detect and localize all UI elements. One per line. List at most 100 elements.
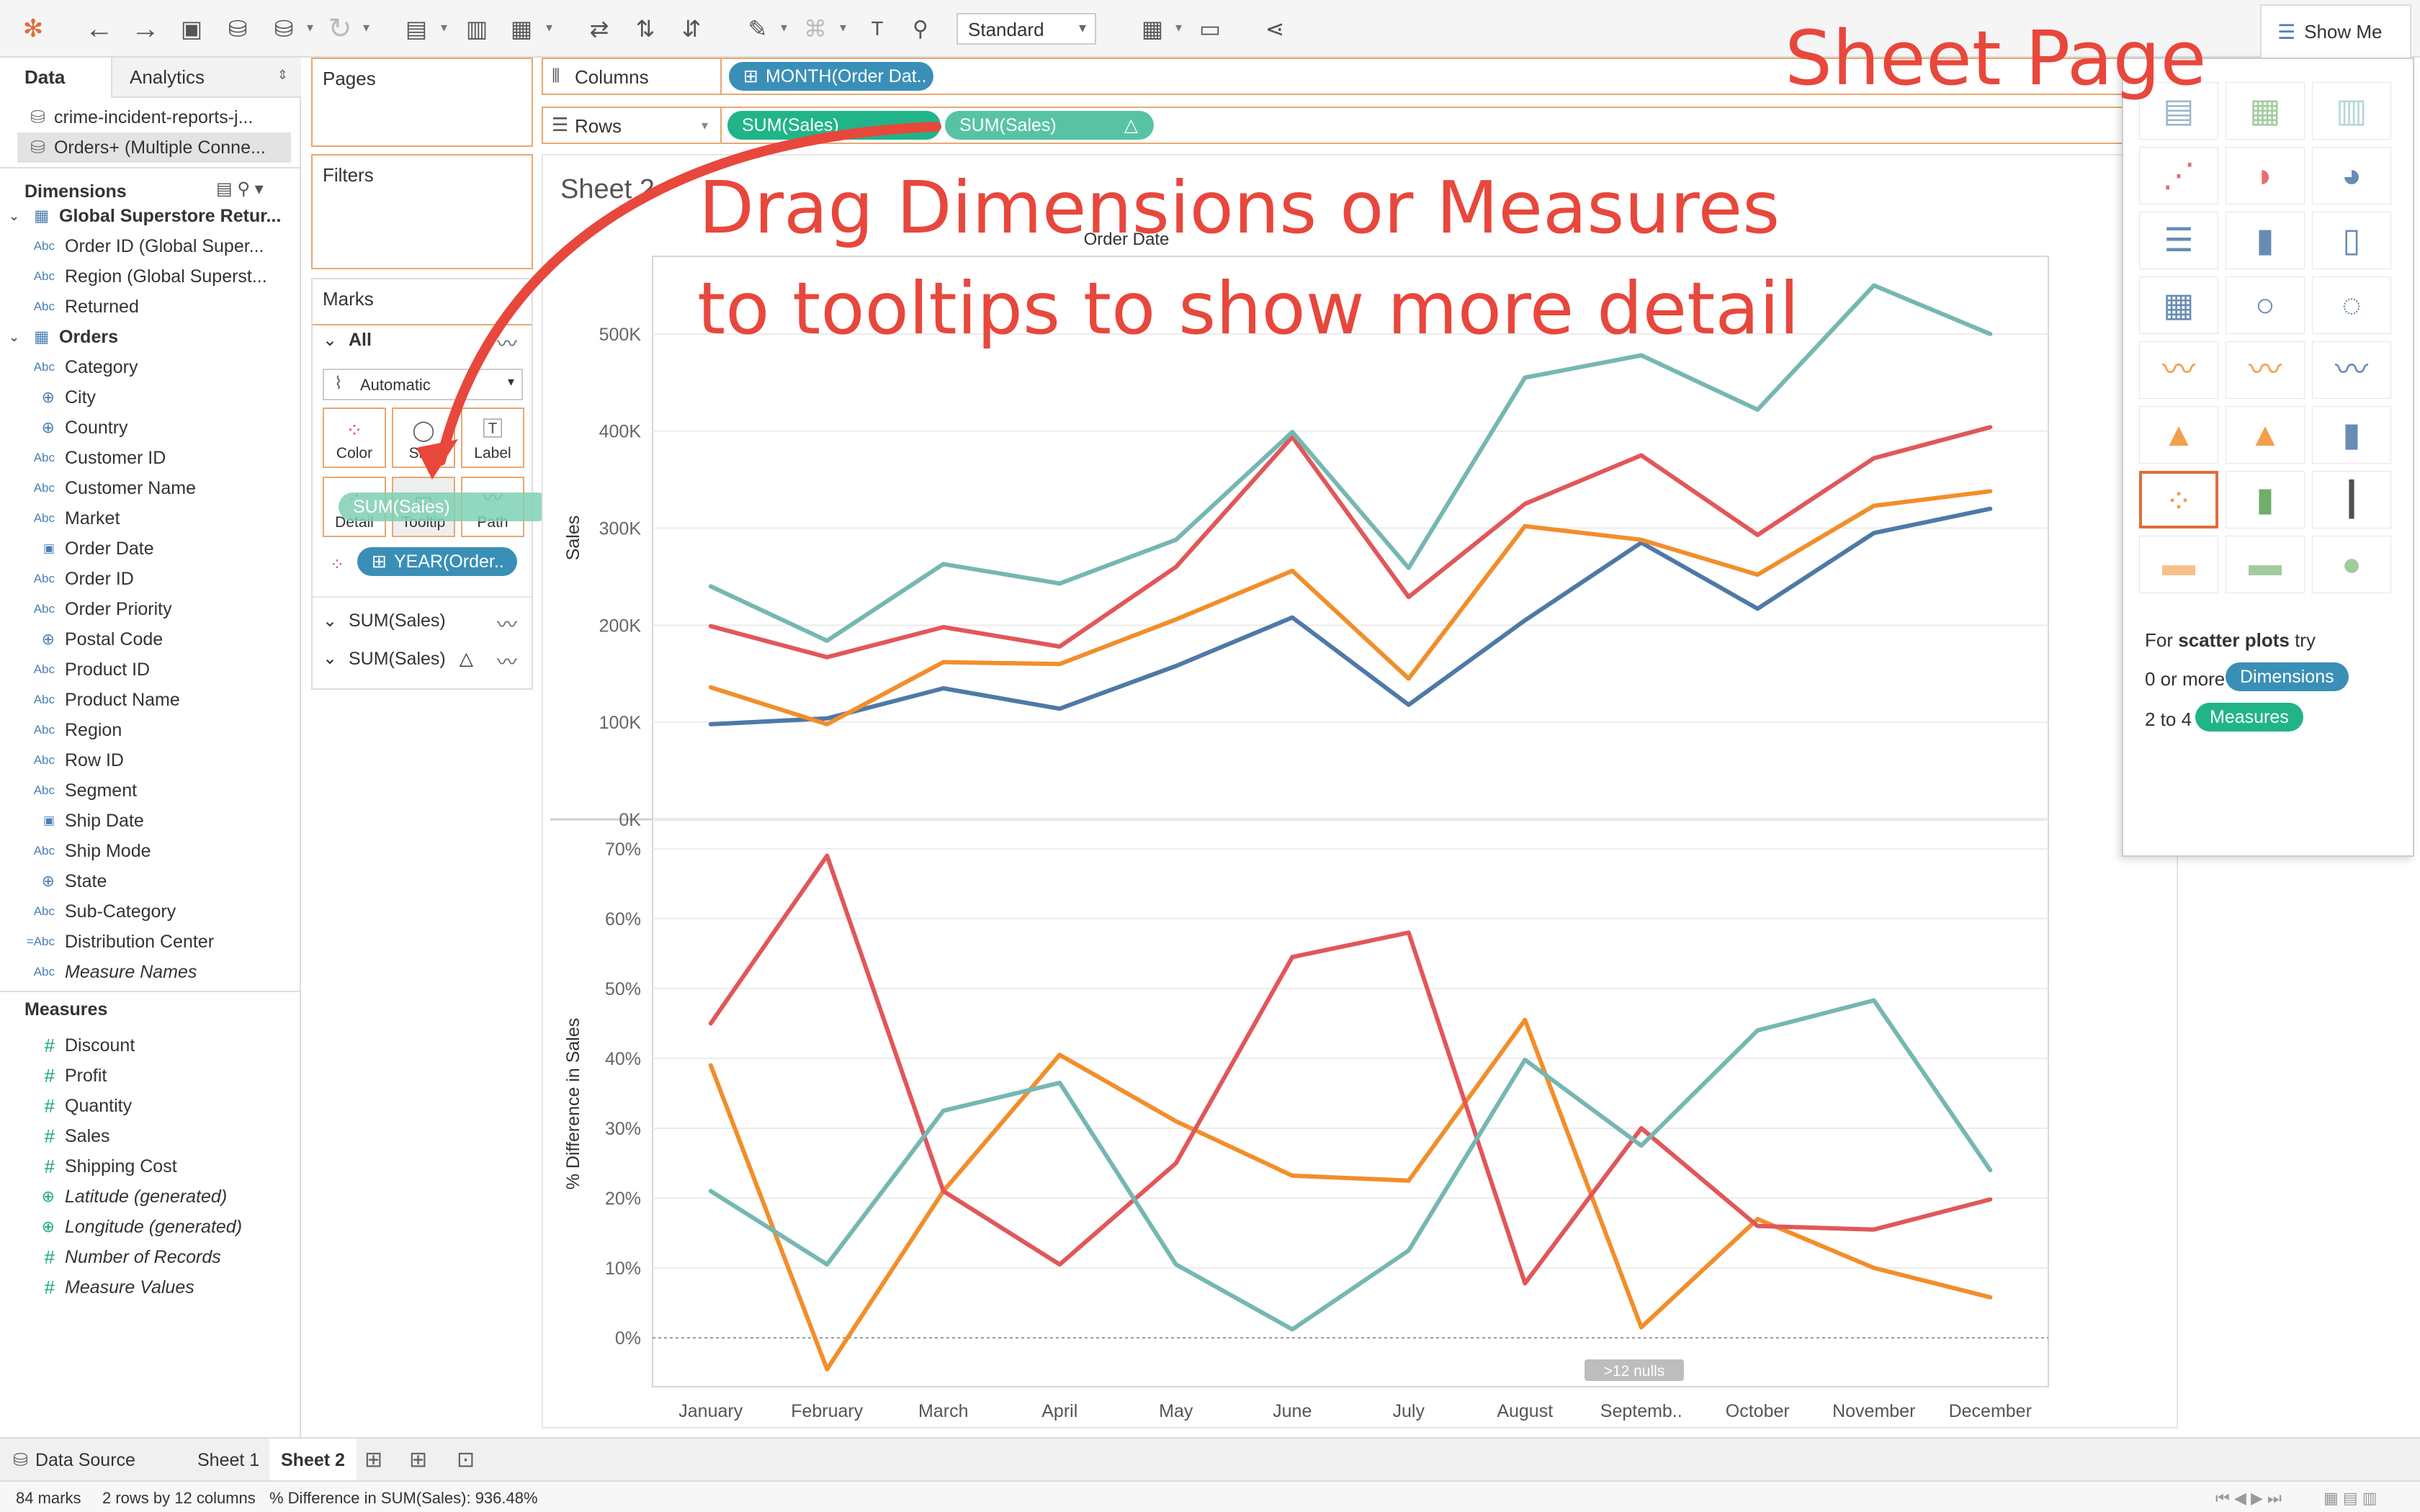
undo-icon[interactable]: ← <box>81 10 118 48</box>
show-me-gantt-chart[interactable]: ▬ <box>2139 536 2218 593</box>
show-me-scatter-plot[interactable]: ⁘ <box>2139 471 2218 528</box>
tab-analytics[interactable]: Analytics <box>130 66 205 89</box>
show-me-continuous-lines[interactable]: 〰 <box>2139 341 2218 399</box>
dimension-field[interactable]: =Abc Distribution Center <box>0 927 300 956</box>
swap-icon[interactable]: ⇄ <box>581 10 618 48</box>
new-story-icon[interactable]: ⊡ <box>457 1447 475 1472</box>
dimension-field[interactable]: Abc Region (Global Superst... <box>0 262 300 291</box>
show-me-histogram[interactable]: ▮ <box>2226 471 2305 528</box>
show-me-circle-views[interactable]: ○ <box>2226 276 2305 334</box>
datasource-crime[interactable]: ⛁ crime-incident-reports-j... <box>17 102 291 132</box>
fix-axes-icon[interactable]: ⚲ <box>902 10 939 48</box>
dimension-field[interactable]: Abc Returned <box>0 292 300 321</box>
dimension-field[interactable]: ⊕ State <box>0 867 300 896</box>
chevron-down-icon[interactable]: ▾ <box>441 20 447 35</box>
chevron-down-icon[interactable]: ▾ <box>840 20 846 35</box>
dragged-sum-sales-pill[interactable]: SUM(Sales) <box>339 492 552 521</box>
measure-field[interactable]: # Discount <box>0 1031 300 1060</box>
new-dashboard-icon[interactable]: ⊞ <box>409 1447 427 1472</box>
highlight-icon[interactable]: ✎ <box>739 10 776 48</box>
show-me-horizontal-bars[interactable]: ☰ <box>2139 212 2218 269</box>
dimension-field[interactable]: Abc Customer ID <box>0 444 300 472</box>
mark-type-select[interactable]: ⌇ Automatic ▾ <box>323 369 523 400</box>
show-me-heat-map[interactable]: ▦ <box>2226 82 2305 140</box>
show-me-discrete-lines[interactable]: 〰 <box>2226 341 2305 399</box>
chevron-down-icon[interactable]: ▾ <box>1175 20 1182 35</box>
measure-field[interactable]: ⊕ Latitude (generated) <box>0 1182 300 1211</box>
dimension-field[interactable]: Abc Product Name <box>0 685 300 714</box>
pause-updates-icon[interactable]: ⛁ <box>265 10 302 48</box>
dimension-field[interactable]: Abc Sub-Category <box>0 897 300 926</box>
show-labels-icon[interactable]: T <box>859 10 896 48</box>
tab-data-source[interactable]: ⛁ Data Source <box>0 1439 147 1482</box>
view-mode-icon[interactable]: ▦ ▤ ▥ <box>2323 1489 2378 1508</box>
datasource-orders[interactable]: ⛁ Orders+ (Multiple Conne... <box>17 132 291 163</box>
measure-field[interactable]: # Quantity <box>0 1092 300 1120</box>
chevron-down-icon[interactable]: ⌄ <box>9 330 19 345</box>
dimension-field[interactable]: ▣ Ship Date <box>0 806 300 835</box>
month-order-date-pill[interactable]: ⊞ MONTH(Order Dat.. <box>729 62 933 91</box>
show-me-packed-bubbles[interactable]: ● <box>2312 536 2391 593</box>
label-button[interactable]: 🅃 Label <box>461 408 524 468</box>
measure-field[interactable]: # Measure Values <box>0 1273 300 1302</box>
show-me-dual-combination[interactable]: ▮ <box>2312 406 2391 464</box>
dimension-field[interactable]: ⊕ Country <box>0 413 300 442</box>
save-icon[interactable]: ▣ <box>173 10 210 48</box>
year-order-pill[interactable]: ⊞ YEAR(Order.. <box>357 547 517 576</box>
dimension-field[interactable]: ⊕ Postal Code <box>0 625 300 654</box>
new-worksheet-icon[interactable]: ▤ <box>398 10 435 48</box>
tableau-logo-icon[interactable]: ✻ <box>14 10 52 48</box>
marks-sum-sales-2[interactable]: SUM(Sales) △ <box>349 648 473 670</box>
show-me-stacked-bars[interactable]: ▮ <box>2226 212 2305 269</box>
chevron-down-icon[interactable]: ⌄ <box>323 330 337 351</box>
chevron-down-icon[interactable]: ⌄ <box>9 209 19 224</box>
show-me-treemap[interactable]: ▦ <box>2139 276 2218 334</box>
chevron-down-icon[interactable]: ▾ <box>307 20 313 35</box>
dimension-field[interactable]: Abc Row ID <box>0 746 300 775</box>
show-me-side-by-side-circles[interactable]: ◌ <box>2312 276 2391 334</box>
tab-sheet1[interactable]: Sheet 1 <box>186 1439 271 1482</box>
dimension-group[interactable]: ⌄ ▦ Global Superstore Retur... <box>0 202 300 230</box>
show-me-side-by-side-bars[interactable]: ▯ <box>2312 212 2391 269</box>
measure-field[interactable]: # Sales <box>0 1122 300 1151</box>
chevron-down-icon[interactable]: ⌄ <box>323 648 337 669</box>
view-toggle-icon[interactable]: ▤ ⚲ ▾ <box>216 179 264 199</box>
dimension-group[interactable]: ⌄ ▦ Orders <box>0 323 300 351</box>
pager-icon[interactable]: ⏮ ◀ ▶ ⏭ <box>2215 1489 2282 1508</box>
share-icon[interactable]: ⋖ <box>1256 10 1294 48</box>
tab-sheet2[interactable]: Sheet 2 <box>269 1439 357 1482</box>
sort-ascending-icon[interactable]: ⇅ <box>627 10 664 48</box>
chevron-down-icon[interactable]: ▾ <box>546 20 552 35</box>
marks-all-label[interactable]: All <box>349 330 372 351</box>
rows-sum-sales-pill-1[interactable]: SUM(Sales) <box>727 111 941 140</box>
dimension-field[interactable]: Abc Segment <box>0 776 300 805</box>
show-me-filled-map[interactable]: ◗ <box>2226 147 2305 204</box>
chevron-down-icon[interactable]: ▾ <box>781 20 787 35</box>
dimension-field[interactable]: Abc Ship Mode <box>0 837 300 865</box>
dimension-field[interactable]: Abc Measure Names <box>0 958 300 986</box>
view-size-select[interactable]: Standard ▾ <box>956 13 1096 45</box>
cards-icon[interactable]: ▦ <box>1134 10 1171 48</box>
size-button[interactable]: ◯ Size <box>392 408 455 468</box>
dimension-field[interactable]: Abc Order Priority <box>0 595 300 624</box>
dimension-field[interactable]: Abc Order ID <box>0 564 300 593</box>
show-me-box-whisker[interactable]: ┃ <box>2312 471 2391 528</box>
chevron-down-icon[interactable]: ▾ <box>363 20 369 35</box>
show-me-dual-lines[interactable]: 〰 <box>2312 341 2391 399</box>
measure-field[interactable]: # Profit <box>0 1061 300 1090</box>
color-button[interactable]: ⁘ Color <box>323 408 386 468</box>
group-icon[interactable]: ⌘ <box>797 10 834 48</box>
rows-sum-sales-pill-2[interactable]: SUM(Sales) △ <box>945 111 1154 140</box>
dimension-field[interactable]: ⊕ City <box>0 383 300 412</box>
chevron-down-icon[interactable]: ⌄ <box>323 611 337 631</box>
new-datasource-icon[interactable]: ⛁ <box>219 10 256 48</box>
refresh-icon[interactable]: ↻ <box>321 10 359 48</box>
duplicate-icon[interactable]: ▥ <box>458 10 496 48</box>
show-me-area-discrete[interactable]: ▲ <box>2226 406 2305 464</box>
show-me-pie-chart[interactable]: ◕ <box>2312 147 2391 204</box>
pages-card[interactable]: Pages <box>311 58 533 147</box>
measure-field[interactable]: # Shipping Cost <box>0 1152 300 1181</box>
measure-field[interactable]: ⊕ Longitude (generated) <box>0 1212 300 1241</box>
dimension-field[interactable]: Abc Market <box>0 504 300 533</box>
dimension-field[interactable]: Abc Product ID <box>0 655 300 684</box>
